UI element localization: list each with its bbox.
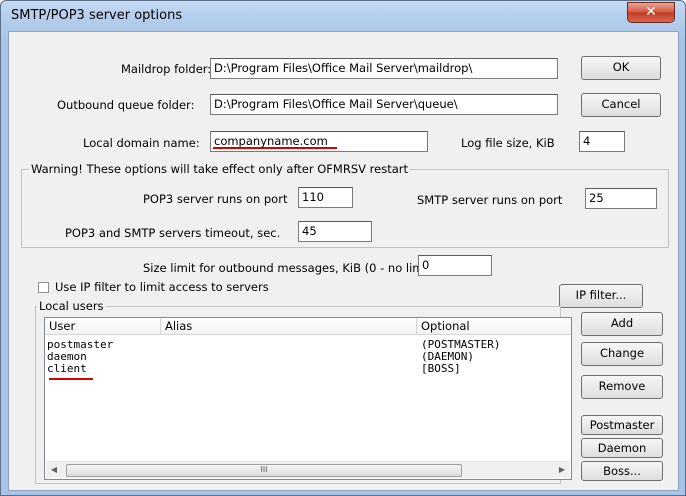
change-user-button[interactable]: Change xyxy=(581,342,663,366)
scrollbar-thumb[interactable]: III xyxy=(66,464,462,477)
domain-highlight-underline xyxy=(213,147,337,149)
local-users-group-title: Local users xyxy=(37,299,106,313)
postmaster-button[interactable]: Postmaster xyxy=(581,415,663,435)
ip-filter-button[interactable]: IP filter... xyxy=(559,284,643,308)
maildrop-folder-label: Maildrop folder: xyxy=(121,62,212,76)
ip-filter-checkbox[interactable] xyxy=(38,282,49,293)
timeout-label: POP3 and SMTP servers timeout, sec. xyxy=(65,226,281,240)
pop3-port-input[interactable]: 110 xyxy=(298,187,353,208)
outbound-queue-label: Outbound queue folder: xyxy=(57,98,195,112)
log-file-size-label: Log file size, KiB xyxy=(461,136,555,150)
user-cell: client xyxy=(47,362,87,375)
remove-user-button[interactable]: Remove xyxy=(581,375,663,399)
optional-cell: [BOSS] xyxy=(421,362,461,375)
log-file-size-input[interactable]: 4 xyxy=(579,131,625,152)
ok-button[interactable]: OK xyxy=(581,56,661,80)
window-title: SMTP/POP3 server options xyxy=(11,8,183,23)
daemon-button[interactable]: Daemon xyxy=(581,438,663,458)
ip-filter-checkbox-label[interactable]: Use IP filter to limit access to servers xyxy=(55,280,269,294)
outbound-queue-input[interactable]: D:\Program Files\Office Mail Server\queu… xyxy=(210,94,558,115)
horizontal-scrollbar[interactable]: ◀ III ▶ xyxy=(46,461,570,478)
dialog-client-area: Maildrop folder: D:\Program Files\Office… xyxy=(8,31,679,491)
close-button[interactable]: ✕ xyxy=(627,2,675,23)
smtp-port-input[interactable]: 25 xyxy=(585,188,657,209)
timeout-input[interactable]: 45 xyxy=(298,221,372,242)
title-bar[interactable]: SMTP/POP3 server options ✕ xyxy=(1,1,685,31)
column-header-optional[interactable]: Optional xyxy=(417,318,571,335)
column-header-alias[interactable]: Alias xyxy=(161,318,417,335)
size-limit-label: Size limit for outbound messages, KiB (0… xyxy=(143,261,436,275)
maildrop-folder-input[interactable]: D:\Program Files\Office Mail Server\mail… xyxy=(210,58,558,79)
dialog-window: SMTP/POP3 server options ✕ Maildrop fold… xyxy=(0,0,686,496)
local-domain-label: Local domain name: xyxy=(83,136,200,150)
warning-group-title: Warning! These options will take effect … xyxy=(29,162,410,176)
client-highlight-underline xyxy=(49,378,93,380)
column-header-user[interactable]: User xyxy=(45,318,161,335)
scroll-right-icon[interactable]: ▶ xyxy=(554,462,570,478)
pop3-port-label: POP3 server runs on port xyxy=(143,192,288,206)
scroll-left-icon[interactable]: ◀ xyxy=(46,462,62,478)
smtp-port-label: SMTP server runs on port xyxy=(417,193,563,207)
size-limit-input[interactable]: 0 xyxy=(418,255,492,276)
boss-button[interactable]: Boss... xyxy=(581,461,663,481)
local-users-list[interactable]: User Alias Optional postmaster (POSTMAST… xyxy=(44,317,572,480)
cancel-button[interactable]: Cancel xyxy=(581,93,661,117)
close-icon: ✕ xyxy=(645,4,657,20)
add-user-button[interactable]: Add xyxy=(581,312,663,336)
